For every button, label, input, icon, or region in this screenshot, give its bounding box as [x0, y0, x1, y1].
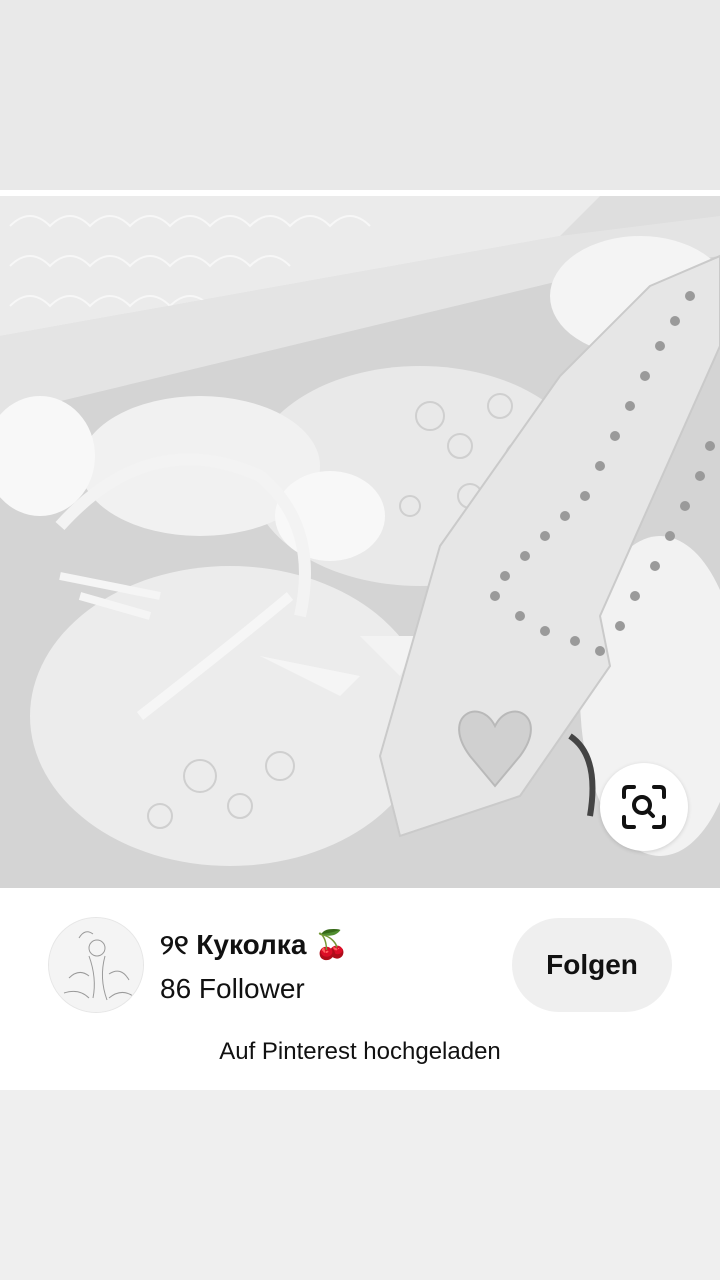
avatar[interactable] — [48, 917, 144, 1013]
creator-name[interactable]: ୨୧ Куколка 🍒 — [160, 928, 349, 962]
avatar-sketch-image — [49, 918, 143, 1012]
top-blank-area — [0, 0, 720, 190]
visual-search-button[interactable] — [600, 763, 688, 851]
visual-search-icon — [622, 785, 666, 829]
upload-source-text: Auf Pinterest hochgeladen — [219, 1038, 501, 1065]
follower-count: 86 Follower — [160, 973, 305, 1004]
follow-button[interactable]: Folgen — [512, 918, 672, 1012]
bottom-blank-area — [0, 1090, 720, 1280]
